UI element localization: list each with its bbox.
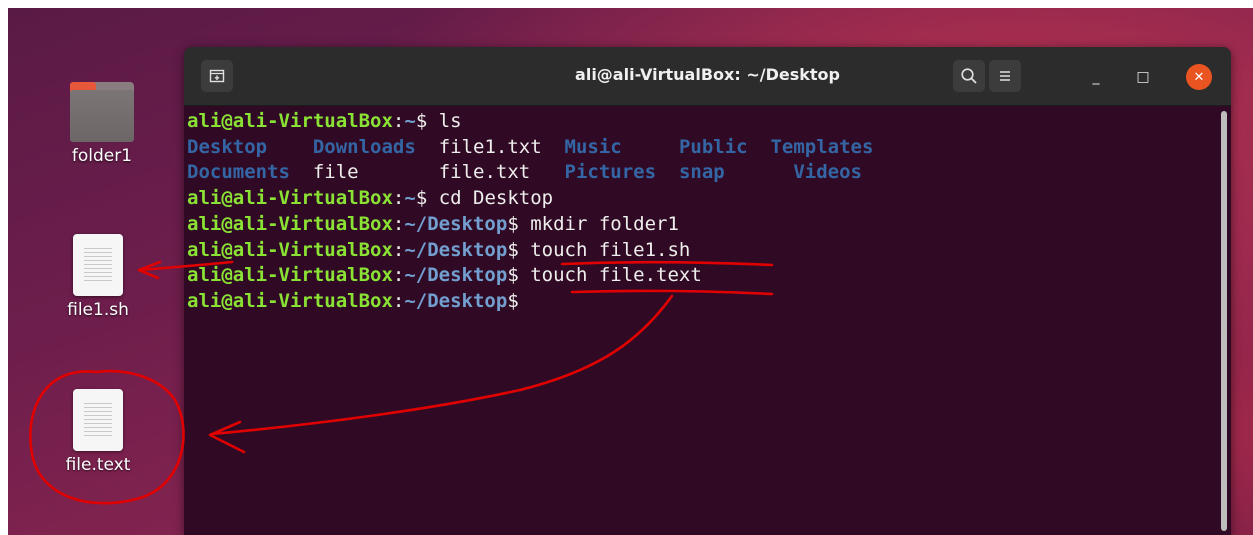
text-file-icon: [73, 389, 123, 451]
terminal-line: ali@ali-VirtualBox:~/Desktop$ mkdir fold…: [187, 212, 679, 235]
terminal-output[interactable]: ali@ali-VirtualBox:~$ ls Desktop Download…: [184, 106, 1231, 535]
terminal-line: ali@ali-VirtualBox:~/Desktop$ touch file…: [187, 238, 691, 261]
terminal-titlebar[interactable]: ali@ali-VirtualBox: ~/Desktop _ □ ✕: [184, 47, 1231, 106]
ls-output-row: Desktop Downloads file1.txt Music Public…: [187, 135, 874, 158]
desktop-icon-folder1[interactable]: folder1: [52, 82, 152, 166]
hamburger-menu-icon: [1000, 71, 1010, 81]
terminal-window[interactable]: ali@ali-VirtualBox: ~/Desktop _ □ ✕ ali@…: [184, 47, 1231, 535]
folder-icon: [70, 82, 134, 142]
terminal-line: ali@ali-VirtualBox:~/Desktop$: [187, 289, 531, 312]
search-button[interactable]: [953, 60, 985, 92]
text-file-icon: [73, 234, 123, 296]
ls-output-row: Documents file file.txt Pictures snap Vi…: [187, 161, 862, 184]
desktop-icon-label: file.text: [65, 455, 131, 475]
desktop-icon-file1-sh[interactable]: file1.sh: [48, 234, 148, 320]
window-title: ali@ali-VirtualBox: ~/Desktop: [575, 65, 840, 84]
search-icon: [961, 68, 977, 84]
desktop-icon-label: folder1: [71, 146, 133, 166]
minimize-button[interactable]: _: [1084, 65, 1108, 89]
maximize-button[interactable]: □: [1131, 65, 1155, 89]
terminal-line: ali@ali-VirtualBox:~$ ls: [187, 110, 462, 132]
menu-button[interactable]: [989, 60, 1021, 92]
terminal-scrollbar[interactable]: [1221, 111, 1227, 531]
terminal-line: ali@ali-VirtualBox:~/Desktop$ touch file…: [187, 264, 702, 287]
close-button[interactable]: ✕: [1186, 64, 1212, 90]
terminal-line: ali@ali-VirtualBox:~$ cd Desktop: [187, 187, 554, 210]
desktop-icon-file-text[interactable]: file.text: [48, 389, 148, 475]
desktop-icon-label: file1.sh: [67, 300, 129, 320]
